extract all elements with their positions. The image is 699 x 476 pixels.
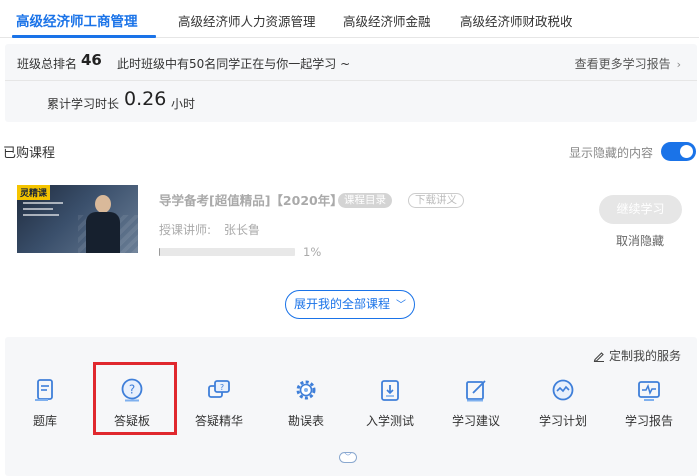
cancel-hide-link[interactable]: 取消隐藏 — [616, 232, 664, 249]
more-report-label: 查看更多学习报告 — [574, 57, 671, 71]
services-panel: 定制我的服务 题库 ? 答疑板 ? 答疑精华 勘误表 入学测试 学习建议 学习计… — [5, 337, 697, 476]
study-plan-icon — [552, 379, 574, 401]
study-time-value: 0.26 — [124, 88, 167, 110]
rank-label: 班级总排名 — [17, 57, 78, 71]
chevron-right-icon: › — [676, 58, 681, 71]
service-label: 答疑精华 — [194, 414, 243, 428]
active-tab-underline — [12, 35, 156, 38]
service-errata[interactable]: 勘误表 — [266, 377, 346, 429]
toggle-knob — [680, 145, 693, 158]
purchased-courses-title: 已购课程 — [3, 146, 56, 161]
study-report-icon — [638, 381, 660, 401]
thumbnail-text-lines — [23, 202, 63, 220]
course-catalog-tag[interactable]: 课程目录 — [338, 193, 392, 208]
expand-label: 展开我的全部课程 — [293, 297, 390, 311]
svg-text:?: ? — [220, 383, 224, 392]
service-label: 勘误表 — [287, 414, 324, 428]
qa-essence-icon: ? — [208, 380, 230, 398]
rank-note: 此时班级中有50名同学正在与你一起学习 ~ — [117, 57, 351, 71]
more-report-link[interactable]: 查看更多学习报告 › — [575, 55, 681, 72]
service-study-plan[interactable]: 学习计划 — [523, 377, 603, 429]
rank-value: 46 — [81, 51, 102, 69]
course-thumbnail[interactable]: 灵精课 — [17, 185, 138, 253]
course-progress-bar — [159, 248, 295, 256]
service-label: 学习计划 — [538, 414, 587, 428]
course-tabs: 高级经济师工商管理 高级经济师人力资源管理 高级经济师金融 高级经济师财政税收 — [0, 0, 699, 38]
tab-gongshang-guanli[interactable]: 高级经济师工商管理 — [16, 10, 138, 30]
expand-all-courses-button[interactable]: 展开我的全部课程 ﹀ — [285, 290, 415, 319]
study-time-label: 累计学习时长 — [47, 97, 120, 111]
customize-label: 定制我的服务 — [608, 349, 681, 363]
tab-caizheng-shuishou[interactable]: 高级经济师财政税收 — [460, 11, 573, 30]
service-label: 学习建议 — [451, 414, 500, 428]
tab-jinrong[interactable]: 高级经济师金融 — [343, 11, 431, 30]
show-hidden-toggle[interactable] — [661, 142, 696, 161]
errata-gear-icon — [296, 380, 316, 400]
entrance-test-icon — [381, 380, 399, 401]
edit-pencil-icon — [593, 352, 604, 362]
service-qa-essence[interactable]: ? 答疑精华 — [179, 377, 259, 429]
show-hidden-label: 显示隐藏的内容 — [569, 146, 654, 160]
tab-renli-ziyuan[interactable]: 高级经济师人力资源管理 — [178, 11, 316, 30]
service-entrance-test[interactable]: 入学测试 — [350, 377, 430, 429]
progress-fill — [159, 248, 161, 256]
course-title[interactable]: 导学备考[超值精品]【2020年】 — [159, 190, 343, 209]
highlight-annotation-box — [93, 362, 177, 435]
chevron-down-icon: ﹀ — [396, 300, 406, 311]
service-study-report[interactable]: 学习报告 — [609, 377, 689, 429]
service-study-advice[interactable]: 学习建议 — [436, 377, 516, 429]
teacher-label: 授课讲师: — [159, 223, 212, 237]
customize-services-link[interactable]: 定制我的服务 — [593, 347, 681, 364]
thumbnail-badge: 灵精课 — [17, 185, 51, 200]
download-handout-tag[interactable]: 下载讲义 — [408, 193, 464, 208]
study-advice-icon — [466, 380, 486, 402]
continue-study-button[interactable]: 继续学习 — [599, 195, 682, 224]
teacher-photo — [86, 195, 120, 253]
service-label: 题库 — [32, 414, 57, 428]
service-label: 学习报告 — [624, 414, 673, 428]
teacher-name: 张长鲁 — [224, 223, 261, 237]
service-question-bank[interactable]: 题库 — [5, 377, 85, 429]
question-bank-icon — [35, 379, 53, 401]
stats-divider — [5, 80, 697, 81]
service-label: 入学测试 — [365, 414, 414, 428]
study-stats-panel: 班级总排名 46 此时班级中有50名同学正在与你一起学习 ~ 查看更多学习报告 ›… — [5, 44, 697, 122]
progress-percent: 1% — [303, 245, 322, 259]
collapse-chevron-icon[interactable]: ﹀ — [339, 452, 357, 463]
study-time-unit: 小时 — [171, 97, 196, 111]
